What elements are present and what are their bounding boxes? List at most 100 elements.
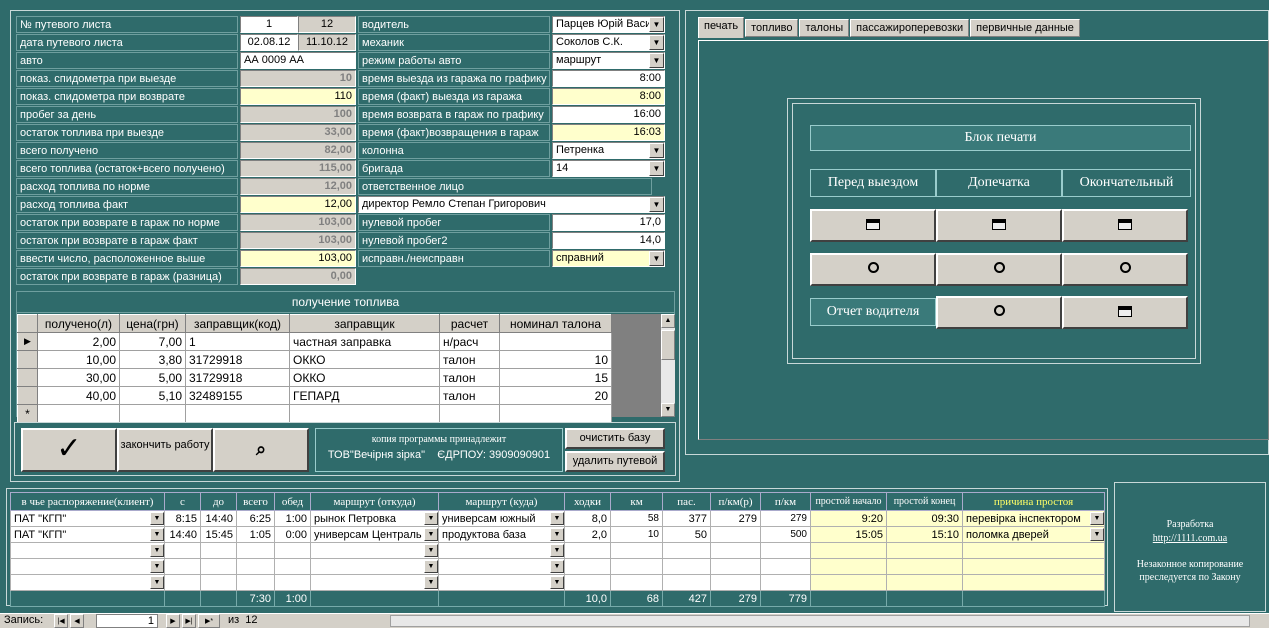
routes-cell[interactable]: 0:00 <box>274 526 311 543</box>
routes-cell[interactable] <box>760 542 811 559</box>
routes-cell[interactable] <box>886 542 963 559</box>
routes-cell[interactable]: 14:40 <box>164 526 201 543</box>
routes-col-5[interactable]: маршрут (откуда) <box>310 492 439 511</box>
waybill-no2-field[interactable]: 12 <box>298 16 356 33</box>
fuel-cell[interactable]: частная заправка <box>289 332 440 351</box>
preview-before-departure-button[interactable] <box>810 253 936 286</box>
fuel-cell[interactable]: ОККО <box>289 350 440 369</box>
routes-cell[interactable]: универсам Централь ▼ <box>310 526 439 543</box>
routes-cell[interactable]: рынок Петровка ▼ <box>310 510 439 527</box>
mileage-field[interactable]: 100 <box>240 106 356 123</box>
tab-4[interactable]: первичные данные <box>970 19 1080 37</box>
routes-cell[interactable]: 8:15 <box>164 510 201 527</box>
routes-cell[interactable]: 6:25 <box>236 510 275 527</box>
routes-cell[interactable]: ▼ <box>310 542 439 559</box>
routes-cell[interactable]: 500 <box>760 526 811 543</box>
fuel-received-field[interactable]: 82,00 <box>240 142 356 159</box>
fuel-cell[interactable]: н/расч <box>439 332 500 351</box>
routes-cell[interactable] <box>662 542 711 559</box>
driver-field[interactable]: Парцев Юрій Васи. ▼ <box>552 16 665 33</box>
routes-cell[interactable]: 8,0 <box>564 510 611 527</box>
routes-cell[interactable] <box>962 558 1105 575</box>
routes-cell[interactable]: ▼ <box>10 574 165 591</box>
tab-3[interactable]: пассажироперевозки <box>850 19 970 37</box>
routes-cell[interactable] <box>810 558 887 575</box>
chevron-down-icon[interactable]: ▼ <box>550 576 564 589</box>
routes-col-3[interactable]: всего <box>236 492 275 511</box>
routes-col-8[interactable]: км <box>610 492 663 511</box>
routes-cell[interactable] <box>200 574 237 591</box>
fuel-fact-field[interactable]: 12,00 <box>240 196 356 213</box>
fuel-cell[interactable] <box>37 404 120 423</box>
routes-col-7[interactable]: ходки <box>564 492 611 511</box>
routes-cell[interactable] <box>274 558 311 575</box>
routes-cell[interactable]: ПАТ "КГП" ▼ <box>10 526 165 543</box>
confirm-button[interactable]: ✓ <box>21 428 117 472</box>
fuel-cell[interactable]: ОККО <box>289 368 440 387</box>
routes-cell[interactable]: универсам южный ▼ <box>438 510 565 527</box>
delete-waybill-button[interactable]: удалить путевой <box>565 451 665 472</box>
print-reprint-button[interactable] <box>936 209 1062 242</box>
routes-cell[interactable] <box>962 574 1105 591</box>
routes-cell[interactable]: 1:05 <box>236 526 275 543</box>
new-row[interactable]: * <box>17 404 612 423</box>
chevron-down-icon[interactable]: ▼ <box>424 544 438 557</box>
prev-record-button[interactable]: ◀ <box>70 614 84 628</box>
chevron-down-icon[interactable]: ▼ <box>1090 512 1104 525</box>
t-in-fact-field[interactable]: 16:03 <box>552 124 665 141</box>
routes-cell[interactable] <box>886 574 963 591</box>
routes-col-2[interactable]: до <box>200 492 237 511</box>
print-final-button[interactable] <box>1062 209 1188 242</box>
chevron-down-icon[interactable]: ▼ <box>649 17 664 32</box>
fuel-cell[interactable]: талон <box>439 368 500 387</box>
driver-report-preview-button[interactable] <box>936 296 1062 329</box>
driver-report-print-button[interactable] <box>1062 296 1188 329</box>
tab-1[interactable]: топливо <box>745 19 799 37</box>
routes-cell[interactable] <box>710 574 761 591</box>
odo-out-field[interactable]: 10 <box>240 70 356 87</box>
row-selector[interactable] <box>17 386 38 405</box>
odo-in-field[interactable]: 110 <box>240 88 356 105</box>
preview-reprint-button[interactable] <box>936 253 1062 286</box>
chevron-down-icon[interactable]: ▼ <box>550 512 564 525</box>
fuel-cell[interactable]: 2,00 <box>37 332 120 351</box>
chevron-down-icon[interactable]: ▼ <box>424 560 438 573</box>
routes-cell[interactable] <box>710 558 761 575</box>
routes-cell[interactable] <box>810 542 887 559</box>
fuel-cell[interactable]: ГЕПАРД <box>289 386 440 405</box>
routes-cell[interactable] <box>610 542 663 559</box>
fuel-cell[interactable] <box>119 404 186 423</box>
table-row[interactable]: ▶ 2,00 7,00 1 частная заправка н/расч <box>17 332 612 351</box>
routes-col-11[interactable]: п/км <box>760 492 811 511</box>
fuel-cell[interactable]: 7,00 <box>119 332 186 351</box>
routes-cell[interactable]: 15:10 <box>886 526 963 543</box>
routes-cell[interactable]: 15:45 <box>200 526 237 543</box>
table-row[interactable]: 10,00 3,80 31729918 ОККО талон 10 <box>17 350 612 369</box>
chevron-down-icon[interactable]: ▼ <box>649 251 664 266</box>
chevron-down-icon[interactable]: ▼ <box>649 143 664 158</box>
chevron-down-icon[interactable]: ▼ <box>649 53 664 68</box>
table-row[interactable]: ПАТ "КГП" ▼ 14:40 15:45 1:05 0:00 универсам Це… <box>10 526 1105 543</box>
responsible-field[interactable]: директор Ремло Степан Григорович ▼ <box>358 196 665 213</box>
routes-cell[interactable]: 15:05 <box>810 526 887 543</box>
routes-col-10[interactable]: п/км(р) <box>710 492 761 511</box>
routes-cell[interactable]: продуктова база ▼ <box>438 526 565 543</box>
routes-cell[interactable] <box>274 542 311 559</box>
chevron-down-icon[interactable]: ▼ <box>150 512 164 525</box>
routes-cell[interactable] <box>886 558 963 575</box>
table-row[interactable]: ▼ ▼ ▼ <box>10 558 1105 575</box>
chevron-down-icon[interactable]: ▼ <box>424 528 438 541</box>
routes-cell[interactable]: 1:00 <box>274 510 311 527</box>
routes-cell[interactable]: ▼ <box>310 574 439 591</box>
zero-run-field[interactable]: 17,0 <box>552 214 665 231</box>
fuel-cell[interactable]: 15 <box>499 368 612 387</box>
fuel-cell[interactable]: 1 <box>185 332 290 351</box>
new-record-button[interactable]: ▶* <box>198 614 220 628</box>
table-row[interactable]: ▼ ▼ ▼ <box>10 574 1105 591</box>
table-row[interactable]: 30,00 5,00 31729918 ОККО талон 15 <box>17 368 612 387</box>
routes-cell[interactable] <box>710 542 761 559</box>
routes-cell[interactable] <box>564 542 611 559</box>
scroll-thumb[interactable] <box>661 330 675 360</box>
routes-cell[interactable] <box>200 542 237 559</box>
date-field[interactable]: 02.08.12 <box>240 34 298 51</box>
